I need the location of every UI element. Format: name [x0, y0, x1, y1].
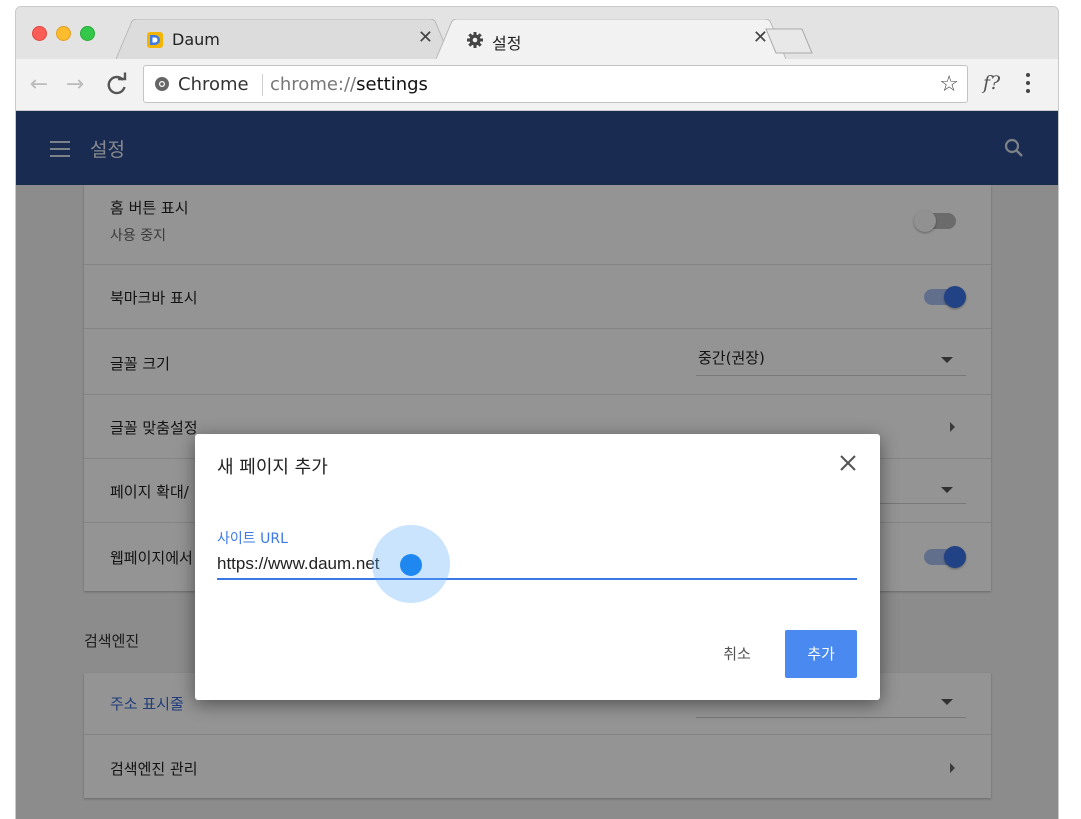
extension-button[interactable]: f?: [983, 72, 1000, 94]
add-button[interactable]: 추가: [785, 630, 857, 678]
zoom-window-button[interactable]: [80, 26, 95, 41]
site-url-label: 사이트 URL: [217, 531, 288, 547]
toolbar: ← → Chrome chrome://settings ☆ f?: [16, 59, 1058, 111]
tab-close-icon[interactable]: ✕: [418, 29, 433, 47]
daum-favicon-icon: [147, 32, 163, 48]
address-bar[interactable]: Chrome chrome://settings ☆: [143, 65, 968, 103]
back-arrow-icon[interactable]: ←: [26, 72, 52, 98]
chrome-icon: [155, 77, 169, 91]
close-icon[interactable]: [838, 453, 858, 473]
browser-window: Daum ✕ 설정 ✕ ← → Chrome chrome://settings…: [15, 6, 1059, 819]
dialog-title: 새 페이지 추가: [217, 457, 328, 478]
gear-icon: [467, 32, 483, 48]
new-tab-button[interactable]: [764, 27, 814, 55]
tab-shape: [436, 19, 786, 59]
omnibox-chip: Chrome: [178, 74, 249, 95]
tab-title: Daum: [172, 30, 220, 49]
minimize-window-button[interactable]: [56, 26, 71, 41]
forward-arrow-icon[interactable]: →: [62, 72, 88, 98]
close-window-button[interactable]: [32, 26, 47, 41]
reload-icon[interactable]: [104, 72, 130, 98]
tab-settings[interactable]: 설정 ✕: [436, 19, 786, 59]
site-url-input[interactable]: [217, 550, 857, 580]
tab-daum[interactable]: Daum ✕: [116, 19, 451, 59]
url-scheme: chrome://: [270, 74, 357, 95]
cursor-pointer: [400, 554, 422, 576]
menu-dots-icon[interactable]: [1025, 73, 1031, 95]
bookmark-star-icon[interactable]: ☆: [939, 72, 959, 97]
tab-shape: [116, 19, 451, 59]
add-page-dialog: 새 페이지 추가 사이트 URL 취소 추가: [195, 434, 880, 700]
omnibox-url[interactable]: chrome://settings: [270, 74, 428, 95]
omnibox-divider: [262, 74, 263, 96]
settings-page: 설정 홈 버튼 표시 사용 중지 북마크바 표시 글꼴 크기 중간(권장) 글꼴…: [16, 111, 1058, 819]
cancel-button[interactable]: 취소: [705, 630, 769, 678]
tab-title: 설정: [492, 34, 522, 53]
url-path: settings: [356, 74, 428, 95]
tab-strip: Daum ✕ 설정 ✕: [16, 7, 1058, 59]
